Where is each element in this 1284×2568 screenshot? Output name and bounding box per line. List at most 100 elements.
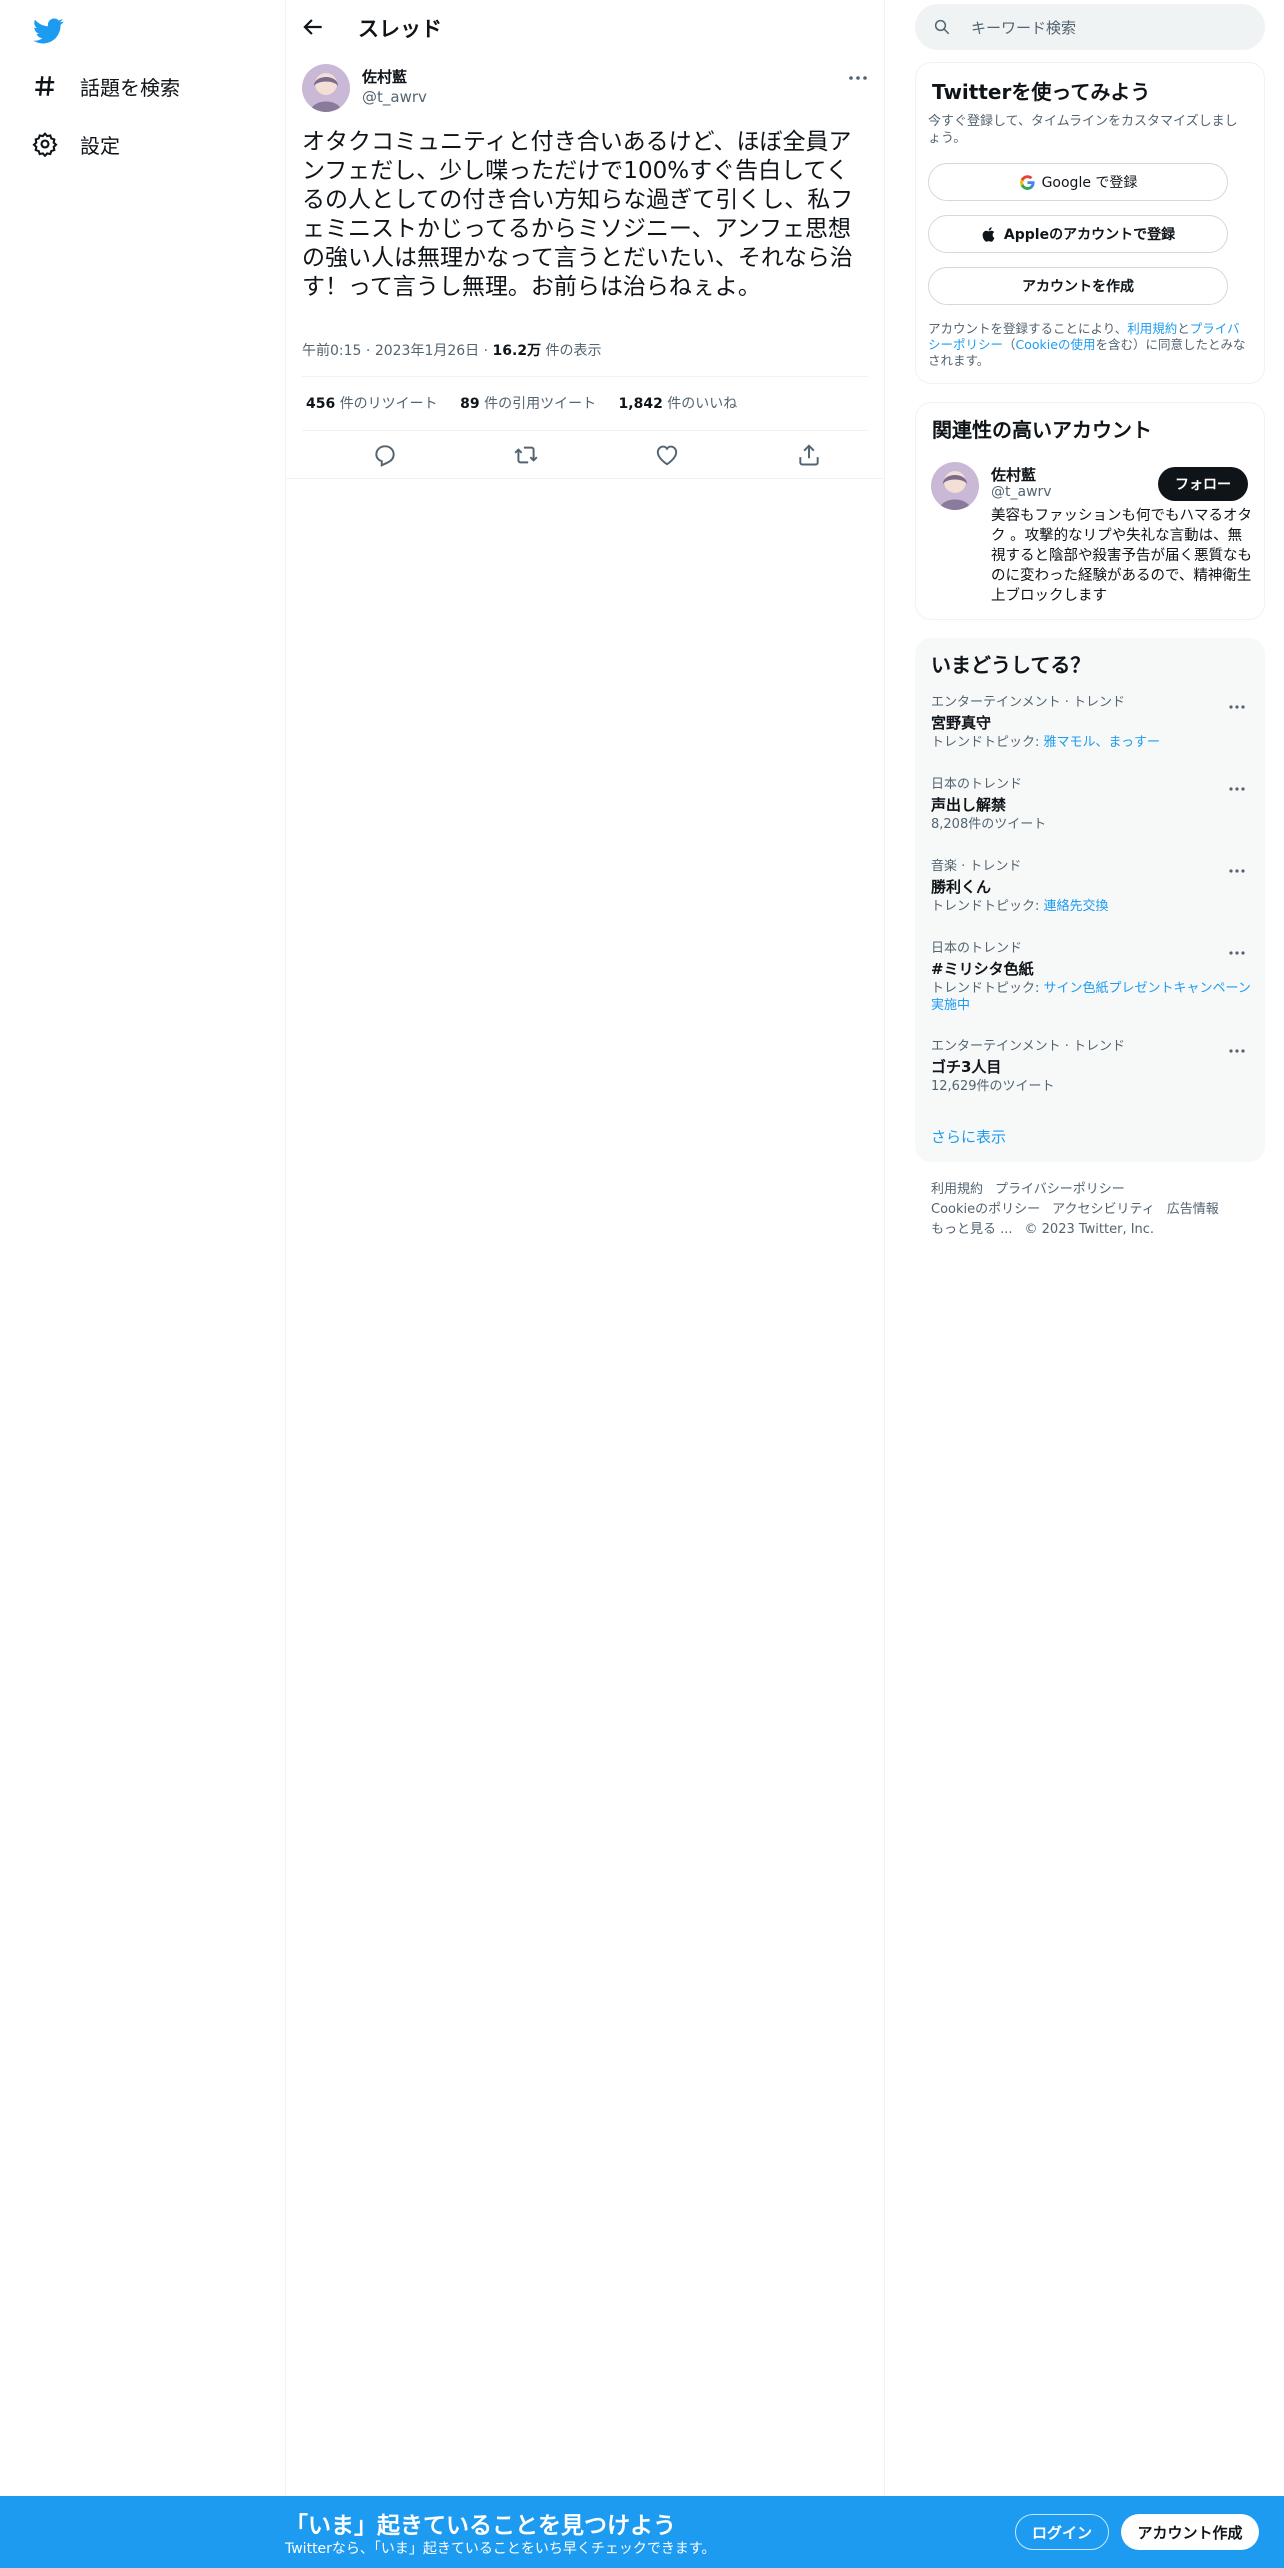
google-signup-label: Google で登録 <box>1041 175 1138 191</box>
divider <box>302 430 868 431</box>
tweet-time[interactable]: 午前0:15 <box>302 343 361 359</box>
show-more-link[interactable]: さらに表示 <box>931 1126 1006 1147</box>
retweets-count: 456 <box>306 396 336 412</box>
trend-item[interactable]: 日本のトレンド 声出し解禁 8,208件のツイート <box>931 776 1251 833</box>
more-options-icon[interactable] <box>1227 700 1247 714</box>
likes-label: 件のいいね <box>667 396 738 412</box>
trend-category: エンターテインメント · トレンド <box>931 695 1126 710</box>
related-account-name[interactable]: 佐村藍 <box>991 464 1036 485</box>
more-options-icon[interactable] <box>1227 1044 1247 1058</box>
tweet-meta: 午前0:15 · 2023年1月26日 · 16.2万 件の表示 <box>302 340 602 360</box>
footer-cookie-link[interactable]: Cookieのポリシー <box>931 1202 1040 1217</box>
tweet-stats: 456 件のリツイート 89 件の引用ツイート 1,842 件のいいね <box>306 393 755 413</box>
hashtag-icon <box>32 73 58 99</box>
trend-name: #ミリシタ色紙 <box>931 960 1034 978</box>
related-account-handle[interactable]: @t_awrv <box>991 484 1052 500</box>
google-signup-button[interactable]: Google で登録 <box>928 163 1228 201</box>
terms-link[interactable]: 利用規約 <box>1127 321 1177 336</box>
share-icon[interactable] <box>796 442 822 468</box>
avatar[interactable] <box>931 462 979 510</box>
search-icon <box>933 18 951 36</box>
trend-prefix: トレンドトピック: <box>931 899 1044 914</box>
footer-copyright: © 2023 Twitter, Inc. <box>1024 1222 1155 1237</box>
tweet-text: オタクコミュニティと付き合いあるけど、ほぼ全員アンフェだし、少し喋っただけで10… <box>302 129 854 300</box>
legal-and: と <box>1177 321 1190 336</box>
like-heart-icon[interactable] <box>654 442 680 468</box>
sidebar-item-label: 話題を検索 <box>80 75 180 100</box>
footer-accessibility-link[interactable]: アクセシビリティ <box>1052 1202 1155 1217</box>
back-arrow-icon[interactable] <box>300 14 326 40</box>
create-account-button[interactable]: アカウントを作成 <box>928 267 1228 305</box>
follow-button[interactable]: フォロー <box>1158 467 1248 501</box>
main-column: スレッド 佐村藍 @t_awrv オタクコミュニティと付き合いあるけど、ほぼ全員… <box>286 0 885 2500</box>
footer-privacy-link[interactable]: プライバシーポリシー <box>995 1182 1125 1197</box>
likes-count: 1,842 <box>618 396 663 412</box>
left-sidebar: 話題を検索 設定 <box>0 0 286 2500</box>
trend-name: 勝利くん <box>931 878 992 896</box>
retweets-stat[interactable]: 456 件のリツイート <box>306 396 438 412</box>
apple-signup-label: Appleのアカウントで登録 <box>1003 227 1176 243</box>
legal-prefix: アカウントを登録することにより、 <box>928 321 1128 336</box>
quotes-label: 件の引用ツイート <box>484 396 597 412</box>
trend-prefix: トレンドトピック: <box>931 735 1044 750</box>
trend-tweet-count: 12,629件のツイート <box>931 1079 1055 1094</box>
more-options-icon[interactable] <box>1227 782 1247 796</box>
apple-icon <box>982 226 995 242</box>
signup-button[interactable]: アカウント作成 <box>1121 2514 1259 2550</box>
signup-subtitle: 今すぐ登録して、タイムラインをカスタマイズしましょう。 <box>928 114 1238 146</box>
tweet-actions <box>302 438 868 474</box>
legal-paren: （ <box>1003 337 1016 352</box>
trend-topic-link[interactable]: 連絡先交換 <box>1044 899 1109 914</box>
more-options-icon[interactable] <box>846 68 870 88</box>
trend-item[interactable]: 音楽 · トレンド 勝利くん トレンドトピック: 連絡先交換 <box>931 858 1251 915</box>
twitter-bird-icon[interactable] <box>32 14 64 46</box>
footer-ads-link[interactable]: 広告情報 <box>1167 1202 1219 1217</box>
author-handle[interactable]: @t_awrv <box>362 88 427 106</box>
signup-card: Twitterを使ってみよう 今すぐ登録して、タイムラインをカスタマイズしましょ… <box>915 62 1265 384</box>
quotes-stat[interactable]: 89 件の引用ツイート <box>460 396 596 412</box>
separator: · <box>365 343 371 359</box>
trend-item[interactable]: エンターテインメント · トレンド 宮野真守 トレンドトピック: 雅マモル、まっ… <box>931 694 1251 751</box>
trend-prefix: トレンドトピック: <box>931 981 1044 996</box>
sidebar-item-explore[interactable]: 話題を検索 <box>32 66 180 106</box>
trend-topics: トレンドトピック: 連絡先交換 <box>931 898 1251 915</box>
avatar[interactable] <box>302 64 350 112</box>
divider <box>286 478 884 479</box>
signup-card-title: Twitterを使ってみよう <box>932 80 1151 104</box>
likes-stat[interactable]: 1,842 件のいいね <box>619 396 738 412</box>
trend-topic-link[interactable]: 雅マモル、まっすー <box>1044 735 1160 750</box>
trend-item[interactable]: 日本のトレンド #ミリシタ色紙 トレンドトピック: サイン色紙プレゼントキャンペ… <box>931 940 1251 1014</box>
tweet-date[interactable]: 2023年1月26日 <box>375 343 479 359</box>
author-display-name[interactable]: 佐村藍 <box>362 66 407 87</box>
gear-icon <box>32 131 58 157</box>
trend-category: 日本のトレンド <box>931 941 1023 956</box>
trend-category: エンターテインメント · トレンド <box>931 1039 1126 1054</box>
quotes-count: 89 <box>460 396 480 412</box>
search-box[interactable] <box>915 4 1265 52</box>
trend-name: ゴチ3人目 <box>931 1058 1002 1076</box>
retweet-icon[interactable] <box>513 442 539 468</box>
footer-links: 利用規約 プライバシーポリシー Cookieのポリシー アクセシビリティ 広告情報 も… <box>931 1180 1251 1240</box>
google-icon <box>1019 174 1035 190</box>
divider <box>302 376 868 377</box>
more-options-icon[interactable] <box>1227 864 1247 878</box>
trend-name: 宮野真守 <box>931 714 992 732</box>
apple-signup-button[interactable]: Appleのアカウントで登録 <box>928 215 1228 253</box>
create-account-label: アカウントを作成 <box>1022 279 1134 295</box>
related-card-title: 関連性の高いアカウント <box>932 418 1152 442</box>
trend-category: 日本のトレンド <box>931 777 1023 792</box>
search-input[interactable] <box>969 4 1253 52</box>
cookie-link[interactable]: Cookieの使用 <box>1016 337 1096 352</box>
reply-icon[interactable] <box>372 442 398 468</box>
more-options-icon[interactable] <box>1227 946 1247 960</box>
signup-legal-text: アカウントを登録することにより、利用規約とプライバシーポリシー（Cookieの使… <box>928 321 1250 369</box>
banner-subtitle: Twitterなら、「いま」起きていることをいち早くチェックできます。 <box>285 2541 716 2557</box>
sidebar-item-settings[interactable]: 設定 <box>32 124 120 164</box>
trend-item[interactable]: エンターテインメント · トレンド ゴチ3人目 12,629件のツイート <box>931 1038 1251 1095</box>
retweets-label: 件のリツイート <box>339 396 438 412</box>
footer-more-link[interactable]: もっと見る ... <box>931 1222 1013 1237</box>
trends-card: いまどうしてる？ エンターテインメント · トレンド 宮野真守 トレンドトピック… <box>915 638 1265 1162</box>
footer-terms-link[interactable]: 利用規約 <box>931 1182 983 1197</box>
related-account-bio: 美容もファッションも何でもハマるオタク 。攻撃的なリプや失礼な言動は、無視すると… <box>991 508 1252 604</box>
login-button[interactable]: ログイン <box>1015 2514 1109 2550</box>
